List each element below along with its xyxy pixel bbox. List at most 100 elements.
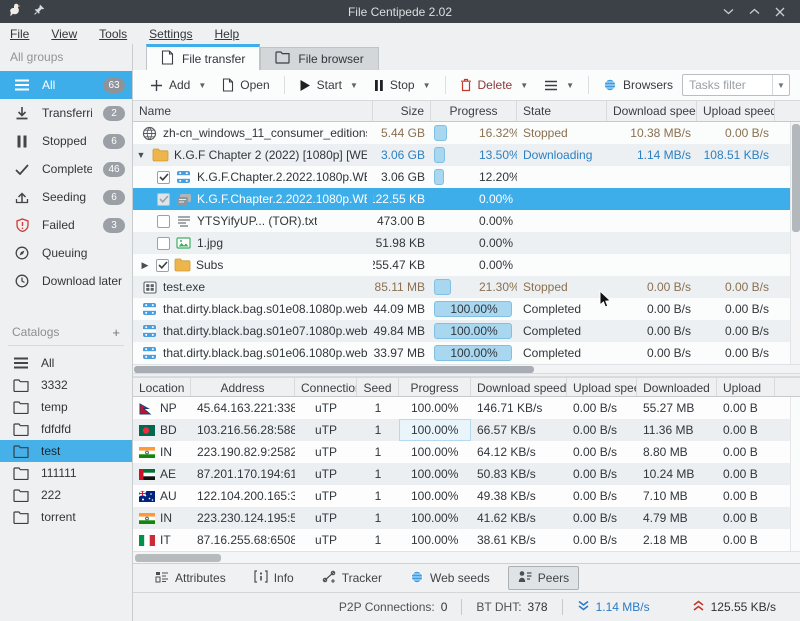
sidebar-group-completed[interactable]: Completed46	[0, 155, 132, 183]
sidebar-group-download-later[interactable]: Download later	[0, 267, 132, 295]
catalog-item-fdfdfd[interactable]: fdfdfd	[0, 418, 132, 440]
menu-item-file[interactable]: File	[10, 27, 29, 41]
transfer-row[interactable]: ▶Subs255.47 KB0.00%	[133, 254, 800, 276]
peers-column-header-downloaded[interactable]: Downloaded	[637, 378, 717, 396]
transfer-row[interactable]: K.G.F.Chapter.2.2022.1080p.WEBRip.x…122.…	[133, 188, 800, 210]
column-header-name[interactable]: Name	[133, 101, 373, 121]
column-header-size[interactable]: Size	[373, 101, 431, 121]
horizontal-scrollbar[interactable]	[133, 364, 800, 373]
tasks-filter-input[interactable]	[683, 78, 772, 92]
transfer-row[interactable]: zh-cn_windows_11_consumer_editions_upd…5…	[133, 122, 800, 144]
download-speed-cell: 1.14 MB/s	[607, 144, 697, 166]
uploaded-cell: 0.00 B	[717, 441, 775, 463]
tab-file-browser[interactable]: File browser	[260, 47, 378, 70]
peers-column-header-connection[interactable]: Connection	[295, 378, 357, 396]
detail-tab-attributes[interactable]: Attributes	[145, 567, 236, 590]
clock-icon	[13, 272, 31, 290]
count-badge: 3	[103, 218, 125, 233]
transfer-row[interactable]: test.exe85.11 MB21.30%Stopped0.00 B/s0.0…	[133, 276, 800, 298]
peers-vertical-scrollbar[interactable]	[790, 397, 800, 551]
peer-row[interactable]: IN223.230.124.195:54348uTP1100.00%41.62 …	[133, 507, 800, 529]
main-tab-bar: File transferFile browser	[133, 44, 800, 70]
file-name: that.dirty.black.bag.s01e08.1080p.web.h2…	[163, 302, 367, 316]
sidebar-group-all[interactable]: All63	[0, 71, 132, 99]
filter-dropdown-arrow[interactable]: ▼	[772, 75, 789, 95]
column-header-upload-speed[interactable]: Upload speed	[697, 101, 775, 121]
detail-tab-web-seeds[interactable]: Web seeds	[400, 566, 500, 591]
sidebar-group-transferring[interactable]: Transferring2	[0, 99, 132, 127]
menu-item-tools[interactable]: Tools	[99, 27, 127, 41]
add-catalog-button[interactable]: +	[112, 325, 120, 340]
peers-column-header-download-speed[interactable]: Download speed▲	[471, 378, 567, 396]
column-header-download-speed[interactable]: Download speed▲	[607, 101, 697, 121]
close-icon[interactable]	[770, 3, 790, 21]
row-checkbox[interactable]	[156, 259, 169, 272]
catalog-item-all[interactable]: All	[0, 352, 132, 374]
globe-blue-icon	[410, 570, 424, 587]
sidebar-group-failed[interactable]: Failed3	[0, 211, 132, 239]
peer-row[interactable]: AE87.201.170.194:61186uTP1100.00%50.83 K…	[133, 463, 800, 485]
country-code: AE	[160, 467, 176, 481]
row-checkbox[interactable]	[157, 215, 170, 228]
row-checkbox[interactable]	[157, 171, 170, 184]
menu-item-settings[interactable]: Settings	[149, 27, 192, 41]
transfer-row[interactable]: that.dirty.black.bag.s01e08.1080p.web.h2…	[133, 298, 800, 320]
catalog-item-torrent[interactable]: torrent	[0, 506, 132, 528]
peers-column-header-upload[interactable]: Upload	[717, 378, 775, 396]
sidebar-group-stopped[interactable]: Stopped6	[0, 127, 132, 155]
peers-column-header-seed[interactable]: Seed	[357, 378, 399, 396]
peer-row[interactable]: NP45.64.163.221:33822uTP1100.00%146.71 K…	[133, 397, 800, 419]
download-speed-cell	[607, 254, 697, 276]
delete-button[interactable]: Delete▼	[453, 74, 536, 96]
tab-file-transfer[interactable]: File transfer	[146, 44, 260, 70]
peer-row[interactable]: IN223.190.82.9:25828uTP1100.00%64.12 KB/…	[133, 441, 800, 463]
peer-row[interactable]: IT87.16.255.68:65085uTP1100.00%38.61 KB/…	[133, 529, 800, 551]
expand-arrow-icon[interactable]: ▶	[139, 260, 151, 271]
transfer-row[interactable]: 1.jpg51.98 KB0.00%	[133, 232, 800, 254]
menu-item-view[interactable]: View	[51, 27, 77, 41]
transfer-row[interactable]: YTSYifyUP... (TOR).txt473.00 B0.00%	[133, 210, 800, 232]
row-checkbox[interactable]	[157, 193, 170, 206]
sidebar-group-seeding[interactable]: Seeding6	[0, 183, 132, 211]
add-button[interactable]: Add▼	[143, 74, 213, 96]
catalog-item-temp[interactable]: temp	[0, 396, 132, 418]
peers-column-header-upload-speed[interactable]: Upload speed	[567, 378, 637, 396]
peers-horizontal-scrollbar[interactable]	[133, 551, 800, 563]
peers-column-header-location[interactable]: Location	[133, 378, 191, 396]
file-name: zh-cn_windows_11_consumer_editions_upd…	[163, 126, 367, 140]
transfer-row[interactable]: K.G.F.Chapter.2.2022.1080p.WEBRip.x…3.06…	[133, 166, 800, 188]
pin-icon[interactable]	[34, 4, 45, 19]
progress-cell: 12.20%	[431, 166, 517, 188]
sidebar-group-queuing[interactable]: Queuing	[0, 239, 132, 267]
catalog-item-222[interactable]: 222	[0, 484, 132, 506]
peers-column-header-address[interactable]: Address	[191, 378, 295, 396]
row-checkbox[interactable]	[157, 237, 170, 250]
more-menu-button[interactable]: ▼	[537, 76, 581, 95]
catalog-item-3332[interactable]: 3332	[0, 374, 132, 396]
peer-row[interactable]: BD103.216.56.28:58896uTP1100.00%66.57 KB…	[133, 419, 800, 441]
detail-tab-peers[interactable]: Peers	[508, 566, 579, 590]
transfer-row[interactable]: that.dirty.black.bag.s01e06.1080p.web.h2…	[133, 342, 800, 364]
browsers-button[interactable]: Browsers	[596, 74, 680, 96]
peer-row[interactable]: AU122.104.200.165:37738uTP1100.00%49.38 …	[133, 485, 800, 507]
catalog-item-test[interactable]: test	[0, 440, 132, 462]
minimize-icon[interactable]	[718, 3, 738, 21]
maximize-icon[interactable]	[744, 3, 764, 21]
check-icon	[13, 160, 31, 178]
stop-button[interactable]: Stop▼	[367, 74, 438, 96]
column-header-progress[interactable]: Progress	[431, 101, 517, 121]
column-header-state[interactable]: State	[517, 101, 607, 121]
detail-tab-tracker[interactable]: Tracker	[312, 566, 392, 590]
file-name: Subs	[196, 258, 223, 272]
transfer-row[interactable]: ▼K.G.F Chapter 2 (2022) [1080p] [WEBRip]…	[133, 144, 800, 166]
detail-tab-info[interactable]: Info	[244, 566, 304, 590]
peers-column-header-progress[interactable]: Progress	[399, 378, 471, 396]
menu-item-help[interactable]: Help	[215, 27, 240, 41]
vertical-scrollbar[interactable]	[790, 122, 800, 364]
transfer-row[interactable]: that.dirty.black.bag.s01e07.1080p.web.h2…	[133, 320, 800, 342]
open-button[interactable]: Open	[215, 74, 276, 96]
info-icon	[254, 570, 268, 586]
catalog-item-111111[interactable]: 111111	[0, 462, 132, 484]
collapse-arrow-icon[interactable]: ▼	[135, 150, 147, 160]
start-button[interactable]: Start▼	[292, 74, 365, 96]
